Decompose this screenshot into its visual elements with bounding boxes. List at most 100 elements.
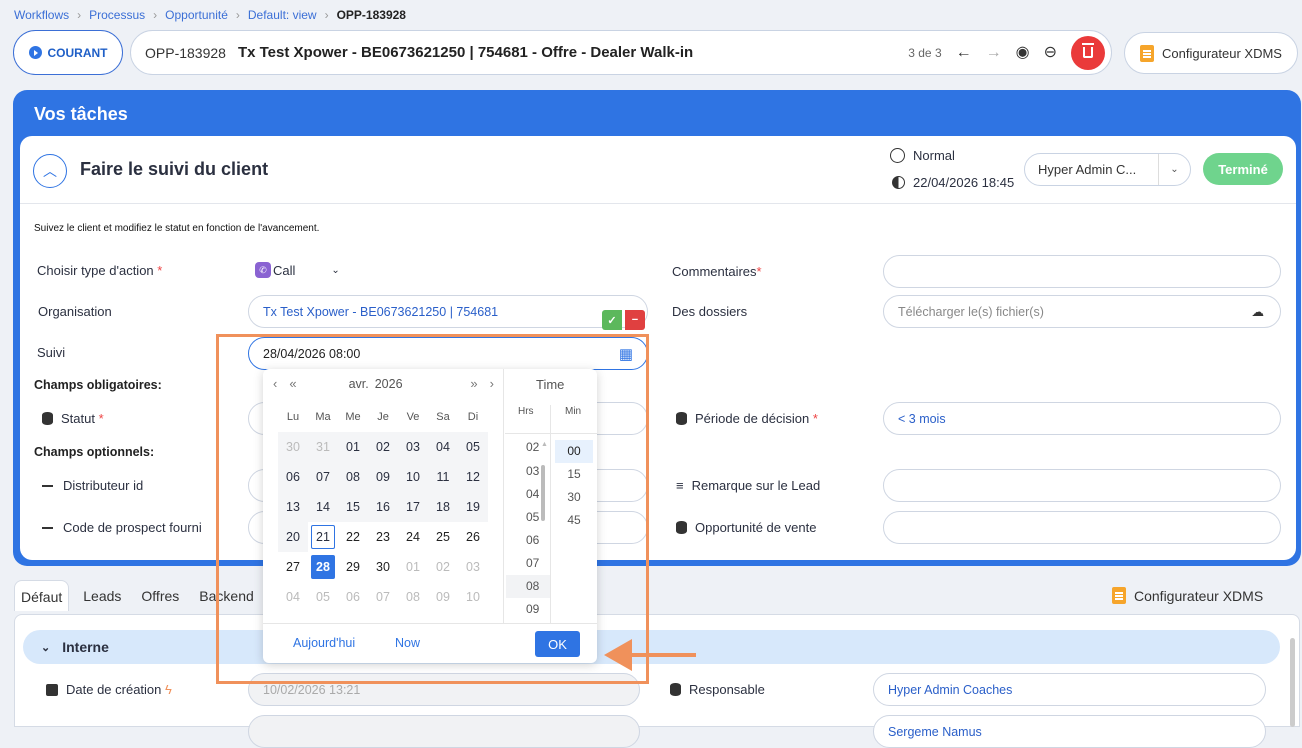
done-button[interactable]: Terminé bbox=[1203, 153, 1283, 185]
responsable-label-text: Responsable bbox=[689, 682, 765, 697]
cloud-upload-icon[interactable]: ☁ bbox=[1252, 304, 1265, 319]
configurateur-link[interactable]: Configurateur XDMS bbox=[1112, 587, 1263, 604]
clock-icon bbox=[892, 176, 905, 189]
radio-icon bbox=[890, 148, 905, 163]
mandatory-header: Champs obligatoires: bbox=[34, 378, 162, 392]
comments-label-text: Commentaires bbox=[672, 264, 757, 279]
required-marker: * bbox=[157, 263, 163, 278]
play-icon bbox=[28, 46, 42, 59]
record-title: Tx Test Xpower - BE0673621250 | 754681 -… bbox=[237, 44, 694, 61]
chevron-down-icon[interactable]: ⌄ bbox=[1158, 154, 1190, 185]
remarque-field[interactable] bbox=[883, 469, 1281, 502]
crumb-separator: › bbox=[324, 8, 329, 22]
bolt-icon: ϟ bbox=[165, 682, 172, 697]
scrollbar[interactable] bbox=[1290, 638, 1295, 727]
record-counter: 3 de 3 bbox=[908, 45, 942, 60]
action-type-label-text: Choisir type d'action bbox=[37, 263, 154, 278]
chevron-down-icon[interactable]: ⌄ bbox=[331, 265, 339, 276]
opportunite-label: Opportunité de vente bbox=[676, 520, 816, 535]
crumb-default-view[interactable]: Default: view bbox=[248, 8, 317, 22]
crumb-opportunite[interactable]: Opportunité bbox=[165, 8, 228, 22]
minus-icon bbox=[42, 485, 53, 487]
action-type-select[interactable]: ✆ Call ⌄ bbox=[255, 262, 340, 278]
dossiers-label: Des dossiers bbox=[672, 304, 748, 319]
action-type-label: Choisir type d'action * bbox=[37, 263, 162, 278]
configurateur-label: Configurateur XDMS bbox=[1162, 45, 1282, 61]
assignee-value: Hyper Admin C... bbox=[1038, 162, 1137, 177]
opportunite-label-text: Opportunité de vente bbox=[695, 520, 817, 535]
highlight-arrow-icon bbox=[604, 639, 632, 671]
creation-label-text: Date de création bbox=[66, 682, 162, 697]
distributeur-label-text: Distributeur id bbox=[63, 478, 144, 493]
trash-icon bbox=[1082, 43, 1094, 58]
phone-icon: ✆ bbox=[255, 262, 271, 278]
arrow-left-icon[interactable]: ← bbox=[956, 44, 972, 61]
crumb-separator: › bbox=[153, 8, 158, 22]
comments-field[interactable] bbox=[883, 255, 1281, 288]
remarque-label: ≡ Remarque sur le Lead bbox=[676, 478, 820, 493]
task-title: Faire le suivi du client bbox=[80, 159, 269, 179]
crumb-processus[interactable]: Processus bbox=[89, 8, 145, 22]
required-marker: * bbox=[812, 411, 818, 426]
responsable-field[interactable]: Hyper Admin Coaches bbox=[873, 673, 1266, 706]
crumb-separator: › bbox=[77, 8, 82, 22]
section-title: Interne bbox=[62, 639, 109, 655]
delete-button[interactable] bbox=[1071, 35, 1105, 70]
creation-label: Date de création ϟ bbox=[46, 682, 172, 697]
courant-button[interactable]: COURANT bbox=[13, 30, 123, 75]
panel-title: Vos tâches bbox=[34, 104, 128, 124]
priority[interactable]: Normal bbox=[890, 148, 955, 163]
distributeur-label: Distributeur id bbox=[42, 478, 143, 493]
section-interne[interactable]: ⌄ Interne bbox=[23, 630, 1280, 664]
action-type-value: Call bbox=[273, 262, 296, 278]
priority-label: Normal bbox=[913, 148, 955, 163]
periode-label-text: Période de décision bbox=[695, 411, 810, 426]
organisation-field[interactable]: Tx Test Xpower - BE0673621250 | 754681 bbox=[248, 295, 648, 328]
arrow-right-icon[interactable]: → bbox=[986, 44, 1002, 61]
configurateur-button[interactable]: Configurateur XDMS bbox=[1124, 32, 1298, 74]
tab-defaut[interactable]: Défaut bbox=[14, 580, 70, 611]
assignee-select[interactable]: Hyper Admin C... ⌄ bbox=[1024, 153, 1191, 186]
organisation-label: Organisation bbox=[38, 304, 112, 319]
crumb-workflows[interactable]: Workflows bbox=[14, 8, 69, 22]
statut-label: Statut * bbox=[42, 411, 104, 426]
remarque-label-text: Remarque sur le Lead bbox=[691, 478, 821, 493]
collapse-button[interactable]: ︿ bbox=[33, 154, 67, 188]
crumb-current: OPP-183928 bbox=[336, 8, 406, 22]
calendar-icon bbox=[46, 684, 58, 696]
due-date: 22/04/2026 18:45 bbox=[892, 175, 1014, 190]
highlight-box bbox=[216, 334, 649, 684]
remove-icon[interactable]: − bbox=[625, 310, 645, 330]
tab-offres[interactable]: Offres bbox=[135, 580, 185, 611]
statut-label-text: Statut bbox=[61, 411, 95, 426]
file-upload-placeholder: Télécharger le(s) fichier(s) bbox=[898, 304, 1044, 319]
tab-leads[interactable]: Leads bbox=[77, 580, 127, 611]
periode-field[interactable]: < 3 mois bbox=[883, 402, 1281, 435]
comments-label: Commentaires* bbox=[672, 264, 762, 279]
partial-field[interactable]: Sergeme Namus bbox=[873, 715, 1266, 748]
breadcrumb: Workflows › Processus › Opportunité › Defau… bbox=[14, 8, 406, 22]
required-marker: * bbox=[98, 411, 104, 426]
due-date-value: 22/04/2026 18:45 bbox=[913, 175, 1015, 190]
document-icon bbox=[1140, 44, 1155, 62]
check-icon[interactable]: ✓ bbox=[602, 310, 622, 330]
database-icon bbox=[670, 683, 681, 696]
suivi-label: Suivi bbox=[37, 345, 66, 360]
divider bbox=[20, 203, 1296, 204]
document-icon bbox=[1112, 587, 1126, 604]
record-id: OPP-183928 bbox=[145, 44, 226, 61]
opportunite-field[interactable] bbox=[883, 511, 1281, 544]
database-icon bbox=[676, 521, 687, 534]
minus-circle-icon[interactable]: ⊖ bbox=[1044, 44, 1057, 61]
responsable-label: Responsable bbox=[670, 682, 765, 697]
courant-label: COURANT bbox=[47, 45, 108, 60]
readonly-field bbox=[248, 715, 640, 748]
align-right-icon: ≡ bbox=[676, 478, 684, 493]
chevron-down-icon: ⌄ bbox=[41, 641, 51, 654]
chevron-up-icon: ︿ bbox=[43, 163, 57, 179]
record-header: OPP-183928 Tx Test Xpower - BE0673621250… bbox=[130, 30, 1112, 75]
periode-label: Période de décision * bbox=[676, 411, 818, 426]
database-icon bbox=[42, 412, 53, 425]
eye-icon[interactable]: ◉ bbox=[1016, 44, 1030, 61]
file-upload-field[interactable]: Télécharger le(s) fichier(s) ☁ bbox=[883, 295, 1281, 328]
